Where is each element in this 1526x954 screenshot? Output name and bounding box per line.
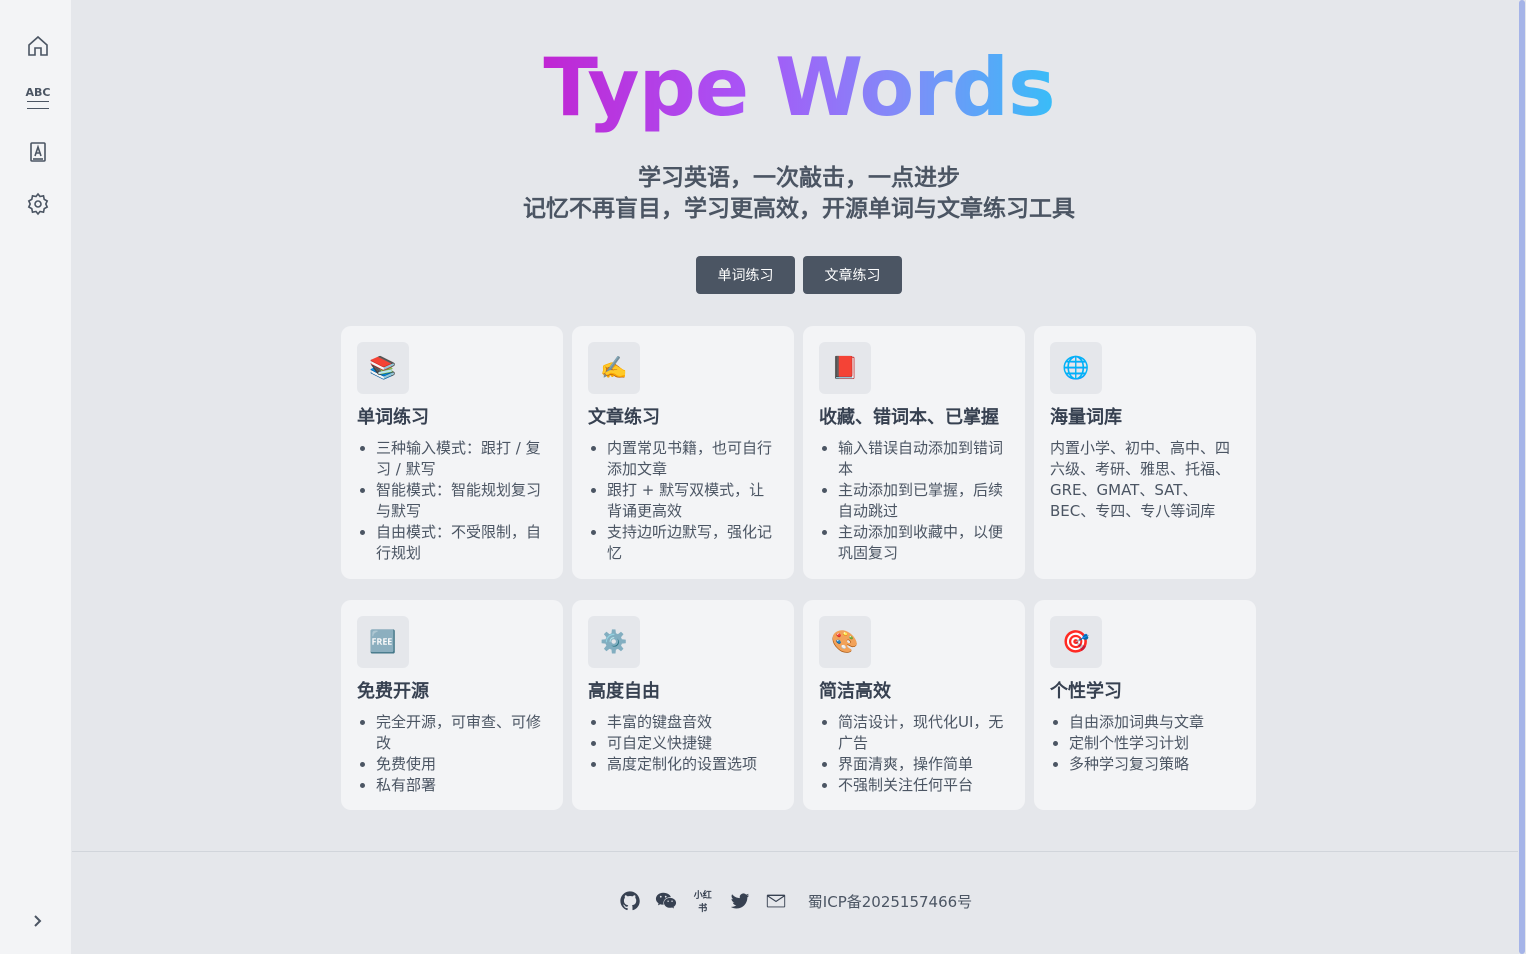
- github-icon[interactable]: [618, 889, 642, 913]
- feature-text: 内置小学、初中、高中、四六级、考研、雅思、托福、GRE、GMAT、SAT、BEC…: [1050, 439, 1231, 520]
- main-content: Type Words 学习英语，一次敲击，一点进步 记忆不再盲目，学习更高效，开…: [72, 0, 1518, 954]
- feature-item: 智能模式：智能规划复习与默写: [376, 480, 547, 522]
- feature-item: 高度定制化的设置选项: [607, 754, 778, 775]
- feature-item: 输入错误自动添加到错词本: [838, 438, 1009, 480]
- feature-title: 收藏、错词本、已掌握: [819, 407, 999, 428]
- gear-emoji-icon: ⚙️: [588, 616, 640, 668]
- footer-divider: [72, 851, 1518, 852]
- feature-title: 免费开源: [357, 681, 429, 702]
- mail-icon[interactable]: [764, 889, 788, 913]
- free-icon: 🆓: [357, 616, 409, 668]
- feature-item: 自由添加词典与文章: [1069, 712, 1240, 733]
- feature-item: 免费使用: [376, 754, 547, 775]
- feature-item: 可自定义快捷键: [607, 733, 778, 754]
- feature-item: 丰富的键盘音效: [607, 712, 778, 733]
- article-practice-button[interactable]: 文章练习: [803, 256, 902, 294]
- globe-icon: 🌐: [1050, 342, 1102, 394]
- abc-words-icon[interactable]: ABC: [22, 82, 54, 114]
- feature-card-customizable: ⚙️ 高度自由 丰富的键盘音效 可自定义快捷键 高度定制化的设置选项: [572, 600, 794, 810]
- feature-card-article-practice: ✍️ 文章练习 内置常见书籍，也可自行添加文章 跟打 + 默写双模式，让背诵更高…: [572, 326, 794, 579]
- feature-item: 内置常见书籍，也可自行添加文章: [607, 438, 778, 480]
- feature-item: 定制个性学习计划: [1069, 733, 1240, 754]
- feature-card-dictionaries: 🌐 海量词库 内置小学、初中、高中、四六级、考研、雅思、托福、GRE、GMAT、…: [1034, 326, 1256, 579]
- feature-card-word-practice: 📚 单词练习 三种输入模式：跟打 / 复习 / 默写 智能模式：智能规划复习与默…: [341, 326, 563, 579]
- feature-item: 自由模式：不受限制，自行规划: [376, 522, 547, 564]
- feature-title: 高度自由: [588, 681, 660, 702]
- feature-item: 三种输入模式：跟打 / 复习 / 默写: [376, 438, 547, 480]
- sidebar: ABC: [0, 0, 72, 954]
- xiaohongshu-icon[interactable]: 小红书: [690, 888, 716, 914]
- feature-item: 支持边听边默写，强化记忆: [607, 522, 778, 564]
- feature-item: 完全开源，可审查、可修改: [376, 712, 547, 754]
- footer: 小红书 蜀ICP备2025157466号: [72, 886, 1518, 916]
- feature-card-personalized: 🎯 个性学习 自由添加词典与文章 定制个性学习计划 多种学习复习策略: [1034, 600, 1256, 810]
- palette-icon: 🎨: [819, 616, 871, 668]
- twitter-icon[interactable]: [728, 889, 752, 913]
- feature-card-free-open-source: 🆓 免费开源 完全开源，可审查、可修改 免费使用 私有部署: [341, 600, 563, 810]
- feature-title: 简洁高效: [819, 681, 891, 702]
- gear-icon[interactable]: [22, 188, 54, 220]
- scrollbar-thumb[interactable]: [1519, 0, 1525, 954]
- feature-title: 文章练习: [588, 407, 660, 428]
- abc-label: ABC: [25, 86, 51, 99]
- icp-link[interactable]: 蜀ICP备2025157466号: [808, 891, 972, 912]
- red-book-icon: 📕: [819, 342, 871, 394]
- hero-subtitle-1: 学习英语，一次敲击，一点进步: [638, 165, 960, 191]
- feature-item: 不强制关注任何平台: [838, 775, 1009, 796]
- feature-item: 简洁设计，现代化UI，无广告: [838, 712, 1009, 754]
- home-icon[interactable]: [22, 30, 54, 62]
- app-title: Type Words: [543, 41, 1055, 134]
- books-icon: 📚: [357, 342, 409, 394]
- feature-item: 界面清爽，操作简单: [838, 754, 1009, 775]
- feature-card-collection: 📕 收藏、错词本、已掌握 输入错误自动添加到错词本 主动添加到已掌握，后续自动跳…: [803, 326, 1025, 579]
- feature-item: 多种学习复习策略: [1069, 754, 1240, 775]
- feature-card-simple: 🎨 简洁高效 简洁设计，现代化UI，无广告 界面清爽，操作简单 不强制关注任何平…: [803, 600, 1025, 810]
- feature-item: 主动添加到已掌握，后续自动跳过: [838, 480, 1009, 522]
- scrollbar[interactable]: [1518, 0, 1526, 954]
- feature-item: 跟打 + 默写双模式，让背诵更高效: [607, 480, 778, 522]
- feature-item: 私有部署: [376, 775, 547, 796]
- feature-item: 主动添加到收藏中，以便巩固复习: [838, 522, 1009, 564]
- article-book-icon[interactable]: [22, 136, 54, 168]
- target-icon: 🎯: [1050, 616, 1102, 668]
- feature-title: 单词练习: [357, 407, 429, 428]
- writing-hand-icon: ✍️: [588, 342, 640, 394]
- hero-subtitle-2: 记忆不再盲目，学习更高效，开源单词与文章练习工具: [523, 196, 1075, 222]
- feature-title: 个性学习: [1050, 681, 1122, 702]
- word-practice-button[interactable]: 单词练习: [696, 256, 795, 294]
- wechat-icon[interactable]: [654, 889, 678, 913]
- feature-title: 海量词库: [1050, 407, 1122, 428]
- chevron-right-icon[interactable]: [26, 910, 48, 932]
